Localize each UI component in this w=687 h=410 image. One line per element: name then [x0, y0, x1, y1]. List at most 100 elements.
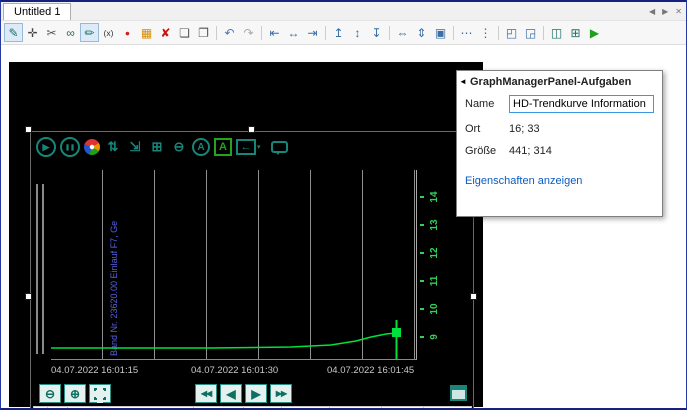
panel-title: GraphManagerPanel-Aufgaben	[470, 76, 631, 88]
y-axis-tick	[420, 336, 424, 338]
redo-icon[interactable]: ↷	[239, 23, 258, 42]
zoom-in-button[interactable]: ⊕	[64, 384, 86, 403]
zoom-all-icon[interactable]: A	[192, 138, 210, 156]
eye-column-header	[48, 407, 68, 410]
glasses-icon[interactable]: ∞	[61, 23, 80, 42]
tab-untitled-1[interactable]: Untitled 1	[3, 3, 71, 20]
undo-icon[interactable]: ↶	[220, 23, 239, 42]
copy-icon[interactable]: ❏	[175, 23, 194, 42]
window-split-icon[interactable]: ◫	[547, 23, 566, 42]
align-left-icon[interactable]: ⇤	[265, 23, 284, 42]
run-icon[interactable]: ▶	[585, 23, 604, 42]
align-right-icon[interactable]: ⇥	[303, 23, 322, 42]
column-header: X1	[194, 407, 244, 410]
toolbar-separator	[216, 26, 217, 40]
delete-icon[interactable]: ✘	[156, 23, 175, 42]
cut-tools-icon[interactable]: ✂	[42, 23, 61, 42]
y-axis-label: 12	[427, 246, 441, 260]
window-new-icon[interactable]: ⊞	[566, 23, 585, 42]
y-axis: 14131211109	[419, 170, 449, 360]
align-middle-icon[interactable]: ↕	[348, 23, 367, 42]
function-icon[interactable]: (x)	[99, 23, 118, 42]
toolbar-separator	[498, 26, 499, 40]
grid-icon[interactable]: ▦	[137, 23, 156, 42]
close-tab-icon[interactable]: ✕	[675, 7, 682, 16]
auto-scale-icon[interactable]	[84, 139, 100, 155]
cursor-value-table: NameX1X2X2-X1Y1Y2Y2-Y1 ▶Band in F704.07.…	[33, 406, 472, 410]
edit-pen-icon[interactable]: ✎	[4, 23, 23, 42]
toolbar-separator	[453, 26, 454, 40]
name-input[interactable]	[509, 95, 654, 113]
resize-handle-top-middle[interactable]	[248, 126, 255, 133]
panel-field-groesse: Größe441; 314	[465, 145, 654, 157]
move-icon[interactable]: ✛	[23, 23, 42, 42]
design-canvas[interactable]: ▶❚❚⇅⇲⊞⊖AA←▾ Band Nr. 23620.00 Einlauf F7…	[9, 62, 483, 407]
next-button[interactable]: ▶	[245, 384, 267, 403]
calendar-icon[interactable]	[450, 385, 467, 401]
tab-scroll-right-icon[interactable]: ▶	[662, 7, 668, 16]
field-value: 441; 314	[509, 145, 654, 157]
y-axis-tick	[420, 280, 424, 282]
zoom-out-icon[interactable]: ⊖	[170, 137, 188, 157]
zoom-fit-button[interactable]	[89, 384, 111, 403]
rewind-button[interactable]: ◀◀	[195, 384, 217, 403]
resize-handle-top-left[interactable]	[25, 126, 32, 133]
send-to-back-icon[interactable]: ◲	[521, 23, 540, 42]
resize-handle-middle-left[interactable]	[25, 293, 32, 300]
paste-icon[interactable]: ❐	[194, 23, 213, 42]
xy-scale-icon[interactable]: ⇲	[126, 137, 144, 157]
same-width-icon[interactable]: ⇔	[393, 23, 412, 42]
dropdown-caret-icon: ▾	[257, 143, 261, 151]
tab-scroll-left-icon[interactable]: ◀	[649, 7, 655, 16]
resize-handle-middle-right[interactable]	[470, 293, 477, 300]
field-label: Größe	[465, 145, 509, 157]
zoom-out-button[interactable]: ⊖	[39, 384, 61, 403]
zoom-window-icon[interactable]: ⊞	[148, 137, 166, 157]
align-bottom-icon[interactable]: ↧	[367, 23, 386, 42]
distribute-horizontal-icon[interactable]: ⋯	[457, 23, 476, 42]
bring-to-front-icon[interactable]: ◰	[502, 23, 521, 42]
curve-end-marker	[392, 328, 401, 337]
collapse-panel-icon[interactable]: ◄	[459, 77, 467, 86]
marker-column-header	[34, 407, 48, 410]
same-height-icon[interactable]: ⇕	[412, 23, 431, 42]
y-axis-label: 13	[427, 218, 441, 232]
column-header: Y2-Y1	[424, 407, 472, 410]
y-axis-label: 11	[427, 274, 441, 288]
y-axis-tick	[420, 252, 424, 254]
back-arrow-glyph: ←	[236, 139, 256, 155]
y-axis-label: 10	[427, 302, 441, 316]
play-icon[interactable]: ▶	[36, 137, 56, 157]
edit-region-icon[interactable]: ✏	[80, 23, 99, 42]
y-axis-tick	[420, 196, 424, 198]
comment-icon[interactable]	[271, 141, 288, 153]
trend-curve-svg	[51, 170, 417, 360]
distribute-vertical-icon[interactable]: ⋮	[476, 23, 495, 42]
y-axis-label: 9	[427, 330, 441, 344]
y-axis-scrollbar[interactable]	[36, 184, 44, 354]
pause-icon[interactable]: ❚❚	[60, 137, 80, 157]
chart-toolbar: ▶❚❚⇅⇲⊞⊖AA←▾	[36, 136, 288, 158]
show-properties-link[interactable]: Eigenschaften anzeigen	[465, 175, 654, 187]
forward-button[interactable]: ▶▶	[270, 384, 292, 403]
toolbar-separator	[389, 26, 390, 40]
plot-area[interactable]: Band Nr. 23620.00 Einlauf F7, Ge	[51, 170, 417, 360]
same-size-icon[interactable]: ▣	[431, 23, 450, 42]
tab-label: Untitled 1	[14, 6, 60, 18]
column-header: Y1	[330, 407, 382, 410]
x-axis-label: 04.07.2022 16:01:45	[327, 365, 414, 376]
column-header: X2-X1	[282, 407, 330, 410]
y-axis-tick	[420, 308, 424, 310]
y-scale-icon[interactable]: ⇅	[104, 137, 122, 157]
align-center-icon[interactable]: ↔	[284, 23, 303, 42]
tab-nav: ◀ ▶ ✕	[649, 7, 682, 16]
datapoint-icon[interactable]: ●	[118, 23, 137, 42]
annotation-icon[interactable]: A	[214, 138, 232, 156]
toolbar-separator	[543, 26, 544, 40]
undo-zoom-icon[interactable]: ←▾	[236, 139, 261, 155]
trend-chart-component[interactable]: ▶❚❚⇅⇲⊞⊖AA←▾ Band Nr. 23620.00 Einlauf F7…	[30, 131, 474, 410]
align-top-icon[interactable]: ↥	[329, 23, 348, 42]
previous-button[interactable]: ◀	[220, 384, 242, 403]
x-axis-label: 04.07.2022 16:01:15	[51, 365, 138, 376]
x-axis: 04.07.2022 16:01:1504.07.2022 16:01:3004…	[51, 365, 423, 377]
